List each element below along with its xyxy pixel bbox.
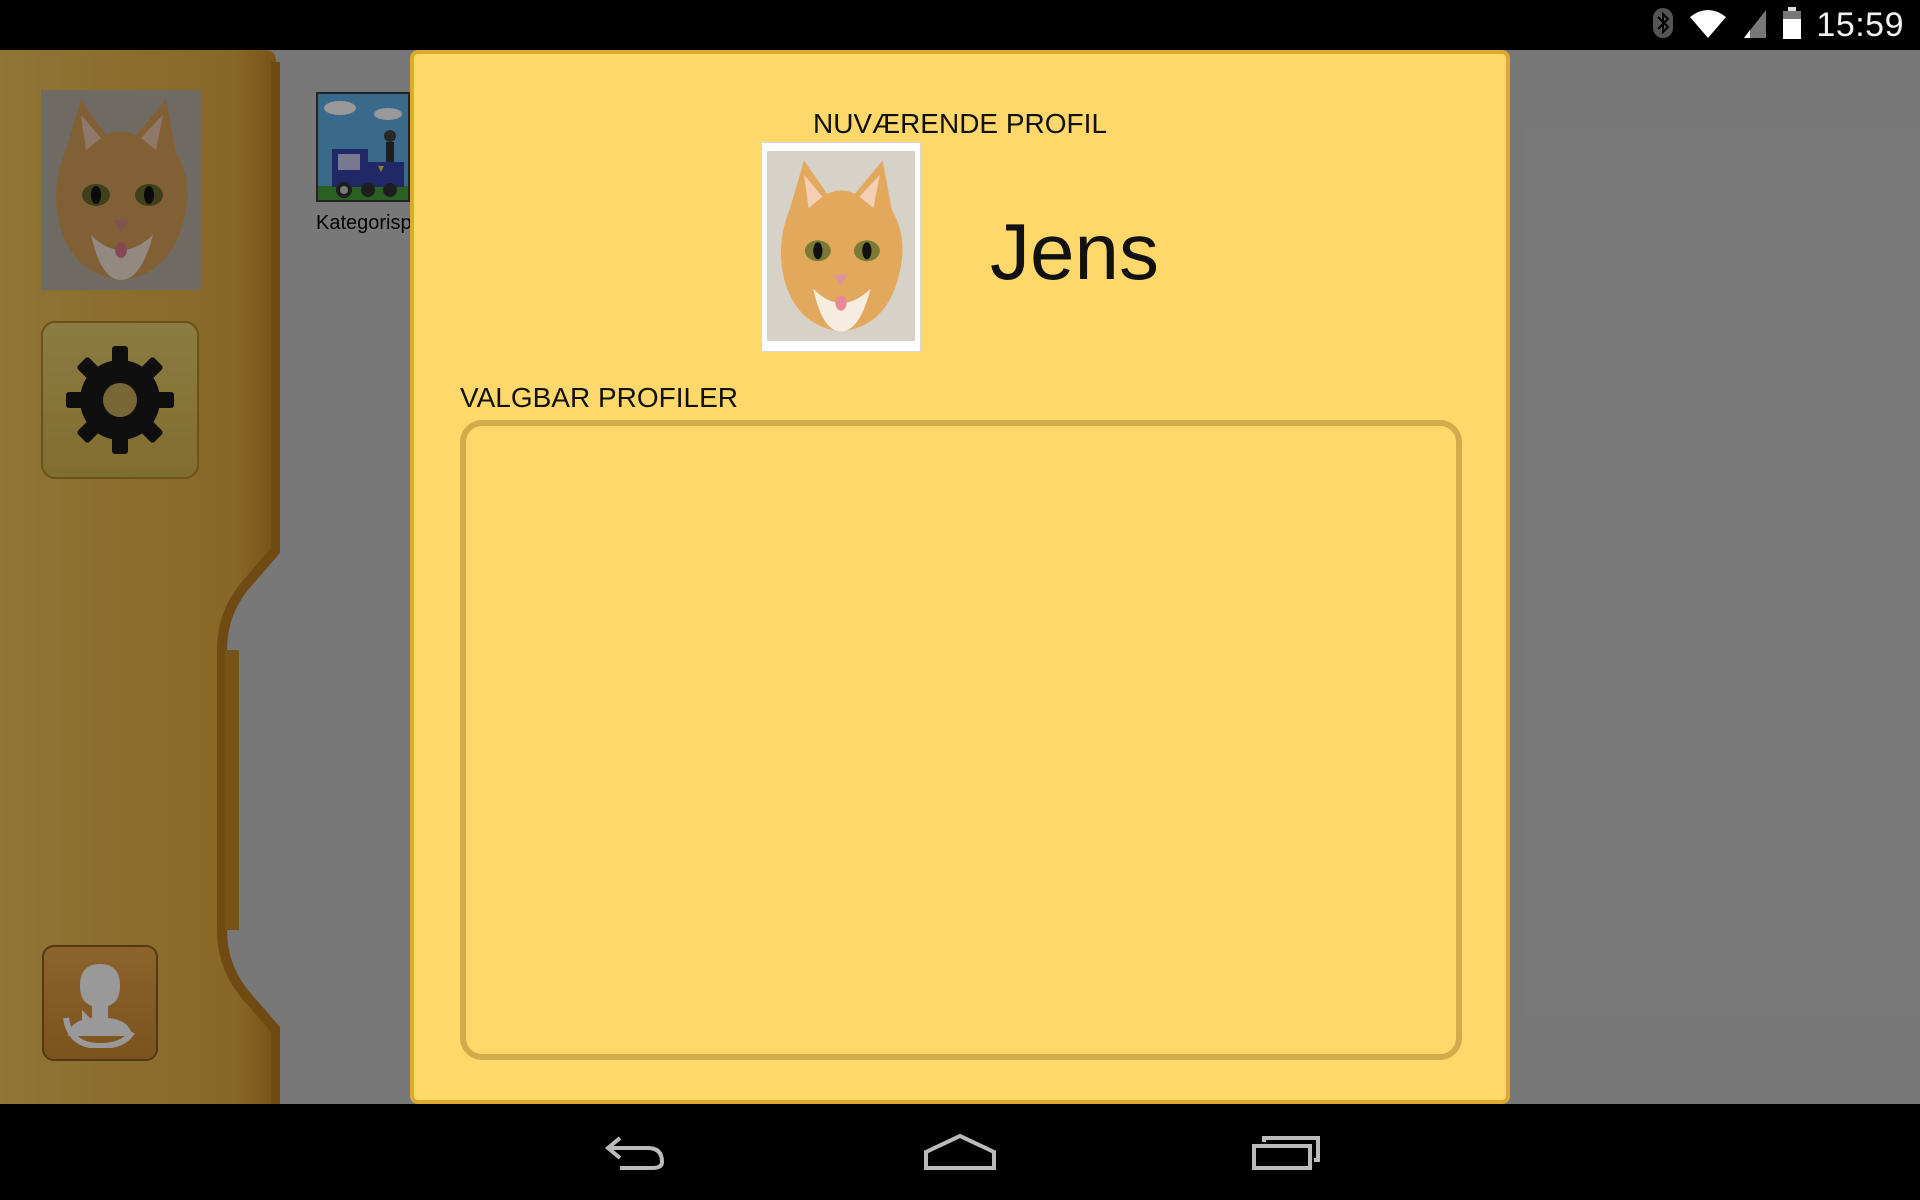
clock: 15:59 <box>1816 5 1904 44</box>
current-profile-name: Jens <box>990 207 1159 296</box>
back-button[interactable] <box>595 1124 675 1180</box>
current-profile-title: NUVÆRENDE PROFIL <box>812 108 1108 139</box>
signal-icon <box>1742 8 1768 43</box>
navigation-bar <box>0 1104 1920 1200</box>
cat-photo-icon <box>767 151 915 341</box>
recents-icon <box>1252 1136 1320 1170</box>
app-area: Kategorisp NUVÆRENDE PROFIL Jens VALGBAR… <box>0 50 1920 1104</box>
selectable-profiles-title: VALGBAR PROFILER <box>460 382 739 413</box>
profile-dialog: NUVÆRENDE PROFIL Jens VALGBAR PROFILER <box>410 50 1510 1104</box>
back-icon <box>604 1136 664 1170</box>
home-button[interactable] <box>920 1124 1000 1180</box>
status-bar: 15:59 <box>0 0 1920 50</box>
battery-icon <box>1782 6 1802 44</box>
selectable-profiles-list[interactable] <box>460 420 1462 1060</box>
wifi-icon <box>1688 8 1728 43</box>
recents-button[interactable] <box>1246 1124 1326 1180</box>
status-icons: 15:59 <box>1652 6 1904 44</box>
bluetooth-icon <box>1652 7 1674 44</box>
home-icon <box>924 1133 996 1170</box>
current-profile-photo <box>761 142 921 352</box>
